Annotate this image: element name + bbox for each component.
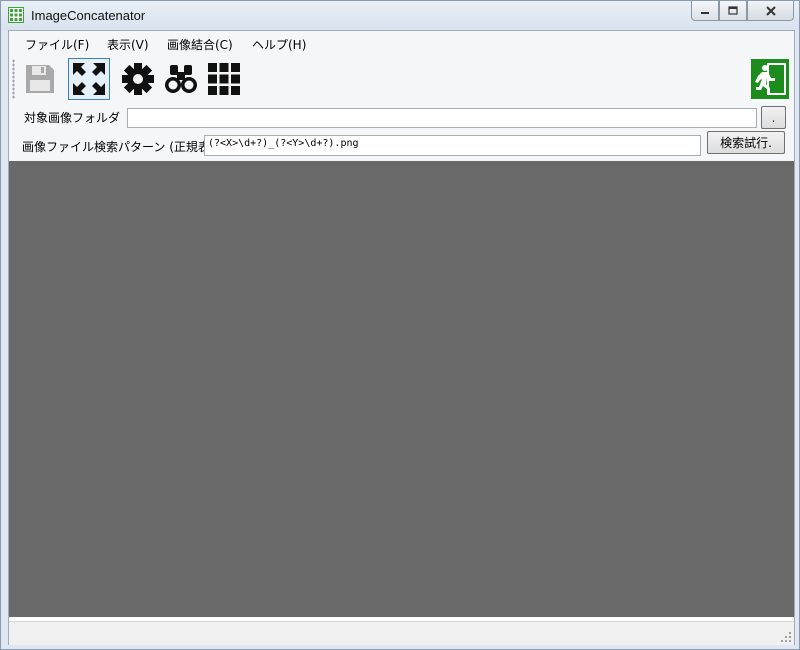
menu-concat[interactable]: 画像結合(C) [167, 36, 233, 53]
pattern-label: 画像ファイル検索パターン (正規表 [22, 140, 210, 154]
gear-icon [122, 63, 154, 95]
minimize-button[interactable] [691, 1, 719, 21]
grid-icon [208, 63, 240, 95]
exit-button[interactable] [749, 58, 791, 100]
close-icon [765, 5, 776, 16]
fit-window-button[interactable] [68, 58, 110, 100]
settings-button[interactable] [117, 58, 159, 100]
save-icon [26, 65, 54, 93]
pattern-row: 画像ファイル検索パターン (正規表 (?<X>\d+?)_(?<Y>\d+?).… [9, 131, 794, 161]
maximize-button[interactable] [719, 1, 747, 21]
concat-grid-button[interactable] [203, 58, 245, 100]
window-controls [691, 1, 794, 21]
folder-row: 対象画像フォルダ . [9, 103, 794, 131]
app-grid-icon [8, 7, 24, 23]
exit-icon [751, 59, 789, 99]
resize-grip-icon[interactable] [780, 631, 792, 643]
close-button[interactable] [747, 1, 794, 21]
pattern-input[interactable]: (?<X>\d+?)_(?<Y>\d+?).png [204, 135, 701, 156]
toolbar-grip[interactable] [12, 59, 15, 99]
fit-expand-icon [73, 63, 105, 95]
client-area: ファイル(F) 表示(V) 画像結合(C) ヘルプ(H) 対象画像フォルダ . … [8, 30, 795, 645]
menu-help[interactable]: ヘルプ(H) [252, 36, 306, 53]
menu-view[interactable]: 表示(V) [107, 36, 149, 53]
maximize-icon [728, 6, 738, 15]
toolbar [9, 55, 794, 103]
folder-label: 対象画像フォルダ [24, 111, 121, 125]
image-canvas[interactable] [9, 161, 794, 617]
test-search-button[interactable]: 検索試行. [707, 131, 785, 154]
menu-file[interactable]: ファイル(F) [25, 36, 89, 53]
search-button[interactable] [160, 58, 202, 100]
save-button[interactable] [19, 58, 61, 100]
minimize-icon [701, 11, 709, 14]
browse-folder-button[interactable]: . [761, 106, 786, 129]
binoculars-icon [165, 65, 197, 93]
title-bar: ImageConcatenator [1, 1, 799, 30]
window-title: ImageConcatenator [31, 8, 146, 23]
folder-input[interactable] [127, 108, 757, 128]
status-bar [9, 621, 794, 645]
menu-bar: ファイル(F) 表示(V) 画像結合(C) ヘルプ(H) [9, 31, 794, 55]
app-window: ImageConcatenator ファイル(F) 表示(V) 画像結合(C) … [0, 0, 800, 650]
